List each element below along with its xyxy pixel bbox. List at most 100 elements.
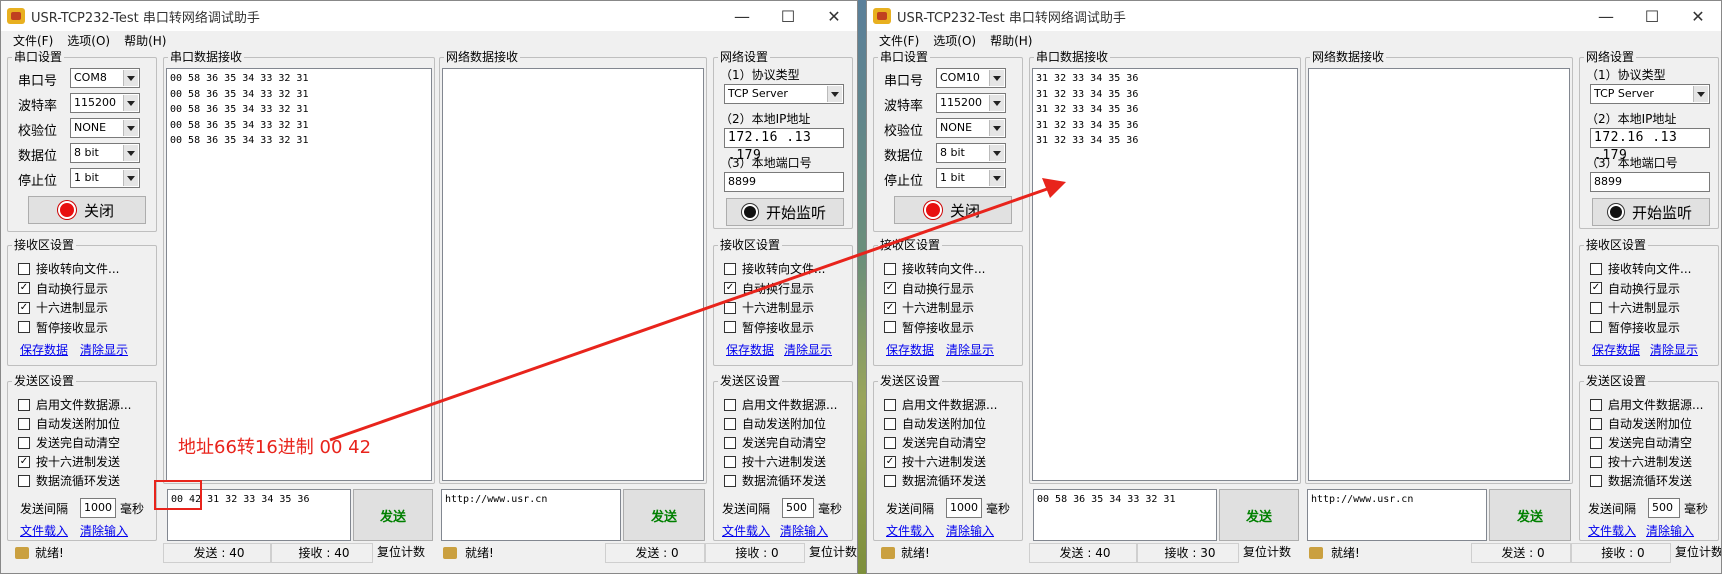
serial-send-button[interactable]: 发送 — [353, 489, 433, 541]
save-data-link[interactable]: 保存数据 — [886, 341, 934, 358]
menu-item-2[interactable]: 帮助(H) — [124, 31, 166, 51]
checkbox[interactable]: ✓ — [18, 301, 30, 314]
menu-item-2[interactable]: 帮助(H) — [990, 31, 1032, 51]
protocol-select[interactable]: TCP Server — [1590, 84, 1710, 104]
send-option-4[interactable]: 数据流循环发送 — [884, 472, 986, 489]
recv-option-1[interactable]: ✓ 自动换行显示 — [884, 280, 974, 297]
checkbox[interactable] — [1590, 398, 1602, 411]
checkbox[interactable] — [724, 262, 736, 275]
checkbox[interactable] — [18, 436, 30, 449]
chevron-down-icon[interactable] — [989, 70, 1004, 86]
send-option-4[interactable]: 数据流循环发送 — [18, 472, 120, 489]
net-send-option-2[interactable]: 发送完自动清空 — [1590, 434, 1692, 451]
net-send-option-3[interactable]: 按十六进制发送 — [1590, 453, 1692, 470]
maximize-icon[interactable]: ☐ — [1629, 1, 1675, 31]
send-option-0[interactable]: 启用文件数据源... — [884, 396, 997, 413]
chevron-down-icon[interactable] — [989, 145, 1004, 161]
checkbox[interactable]: ✓ — [724, 282, 736, 294]
send-interval-input[interactable]: 1000 — [946, 498, 982, 518]
chevron-down-icon[interactable] — [123, 170, 138, 186]
recv-option-1[interactable]: ✓ 自动换行显示 — [18, 280, 108, 297]
net-recv-option-0[interactable]: 接收转向文件... — [1590, 260, 1691, 277]
send-option-2[interactable]: 发送完自动清空 — [884, 434, 986, 451]
checkbox[interactable] — [1590, 436, 1602, 449]
send-interval-input[interactable]: 1000 — [80, 498, 116, 518]
serial-open-button[interactable]: 关闭 — [28, 196, 146, 224]
load-file-link[interactable]: 文件载入 — [20, 522, 68, 539]
checkbox[interactable] — [1590, 417, 1602, 430]
chevron-down-icon[interactable] — [989, 170, 1004, 186]
local-port-input[interactable]: 8899 — [724, 172, 844, 192]
net-recv-textarea[interactable] — [1308, 68, 1570, 481]
checkbox[interactable]: ✓ — [18, 455, 30, 468]
checkbox[interactable] — [724, 398, 736, 411]
serial-baud-select[interactable]: 115200 — [70, 93, 140, 113]
checkbox[interactable] — [884, 474, 896, 487]
net-reset-count[interactable]: 复位计数 — [1671, 543, 1721, 563]
clear-display-link[interactable]: 清除显示 — [80, 341, 128, 358]
net-recv-option-2[interactable]: 十六进制显示 — [724, 299, 814, 316]
menu-item-0[interactable]: 文件(F) — [879, 31, 919, 51]
clear-input-link[interactable]: 清除输入 — [946, 522, 994, 539]
clear-input-link[interactable]: 清除输入 — [80, 522, 128, 539]
chevron-down-icon[interactable] — [123, 95, 138, 111]
checkbox[interactable]: ✓ — [18, 282, 30, 294]
net-send-option-0[interactable]: 启用文件数据源... — [1590, 396, 1703, 413]
menu-item-0[interactable]: 文件(F) — [13, 31, 53, 51]
net-recv-option-1[interactable]: ✓ 自动换行显示 — [724, 280, 814, 297]
checkbox[interactable] — [724, 301, 736, 314]
minimize-icon[interactable]: — — [719, 1, 765, 31]
recv-option-2[interactable]: ✓ 十六进制显示 — [18, 299, 108, 316]
minimize-icon[interactable]: — — [1583, 1, 1629, 31]
net-send-option-3[interactable]: 按十六进制发送 — [724, 453, 826, 470]
checkbox[interactable] — [724, 455, 736, 468]
start-listen-button[interactable]: 开始监听 — [1592, 198, 1710, 226]
checkbox[interactable] — [724, 417, 736, 430]
net-send-option-2[interactable]: 发送完自动清空 — [724, 434, 826, 451]
checkbox[interactable] — [1590, 301, 1602, 314]
checkbox[interactable] — [1590, 321, 1602, 333]
send-option-3[interactable]: ✓ 按十六进制发送 — [18, 453, 120, 470]
net-clear-display-link[interactable]: 清除显示 — [784, 341, 832, 358]
local-ip-input[interactable]: 172.16 .13 .179 — [724, 128, 844, 163]
serial-parity-select[interactable]: NONE — [936, 118, 1006, 138]
checkbox[interactable] — [884, 262, 896, 275]
checkbox[interactable] — [1590, 474, 1602, 487]
checkbox[interactable]: ✓ — [1590, 282, 1602, 294]
checkbox[interactable]: ✓ — [884, 282, 896, 294]
checkbox[interactable] — [884, 398, 896, 411]
checkbox[interactable] — [724, 474, 736, 487]
close-icon[interactable]: ✕ — [811, 1, 857, 31]
send-option-3[interactable]: ✓ 按十六进制发送 — [884, 453, 986, 470]
serial-send-button[interactable]: 发送 — [1219, 489, 1299, 541]
serial-baud-select[interactable]: 115200 — [936, 93, 1006, 113]
chevron-down-icon[interactable] — [989, 95, 1004, 111]
chevron-down-icon[interactable] — [123, 145, 138, 161]
checkbox[interactable] — [1590, 455, 1602, 468]
checkbox[interactable] — [18, 262, 30, 275]
recv-option-0[interactable]: 接收转向文件... — [884, 260, 985, 277]
serial-reset-count[interactable]: 复位计数 — [1239, 543, 1303, 563]
recv-option-3[interactable]: 暂停接收显示 — [18, 319, 108, 336]
net-recv-option-2[interactable]: 十六进制显示 — [1590, 299, 1680, 316]
net-reset-count[interactable]: 复位计数 — [805, 543, 857, 563]
net-recv-option-0[interactable]: 接收转向文件... — [724, 260, 825, 277]
net-send-option-0[interactable]: 启用文件数据源... — [724, 396, 837, 413]
serial-databits-select[interactable]: 8 bit — [70, 143, 140, 163]
send-option-0[interactable]: 启用文件数据源... — [18, 396, 131, 413]
net-interval-input[interactable]: 500 — [1648, 498, 1680, 518]
serial-open-button[interactable]: 关闭 — [894, 196, 1012, 224]
net-recv-textarea[interactable] — [442, 68, 704, 481]
checkbox[interactable] — [724, 321, 736, 333]
net-recv-option-3[interactable]: 暂停接收显示 — [1590, 319, 1680, 336]
net-send-textarea[interactable]: http://www.usr.cn — [1307, 489, 1487, 541]
checkbox[interactable]: ✓ — [884, 301, 896, 314]
checkbox[interactable] — [724, 436, 736, 449]
net-interval-input[interactable]: 500 — [782, 498, 814, 518]
protocol-select[interactable]: TCP Server — [724, 84, 844, 104]
chevron-down-icon[interactable] — [1693, 86, 1708, 102]
chevron-down-icon[interactable] — [123, 70, 138, 86]
maximize-icon[interactable]: ☐ — [765, 1, 811, 31]
serial-stopbits-select[interactable]: 1 bit — [936, 168, 1006, 188]
serial-parity-select[interactable]: NONE — [70, 118, 140, 138]
